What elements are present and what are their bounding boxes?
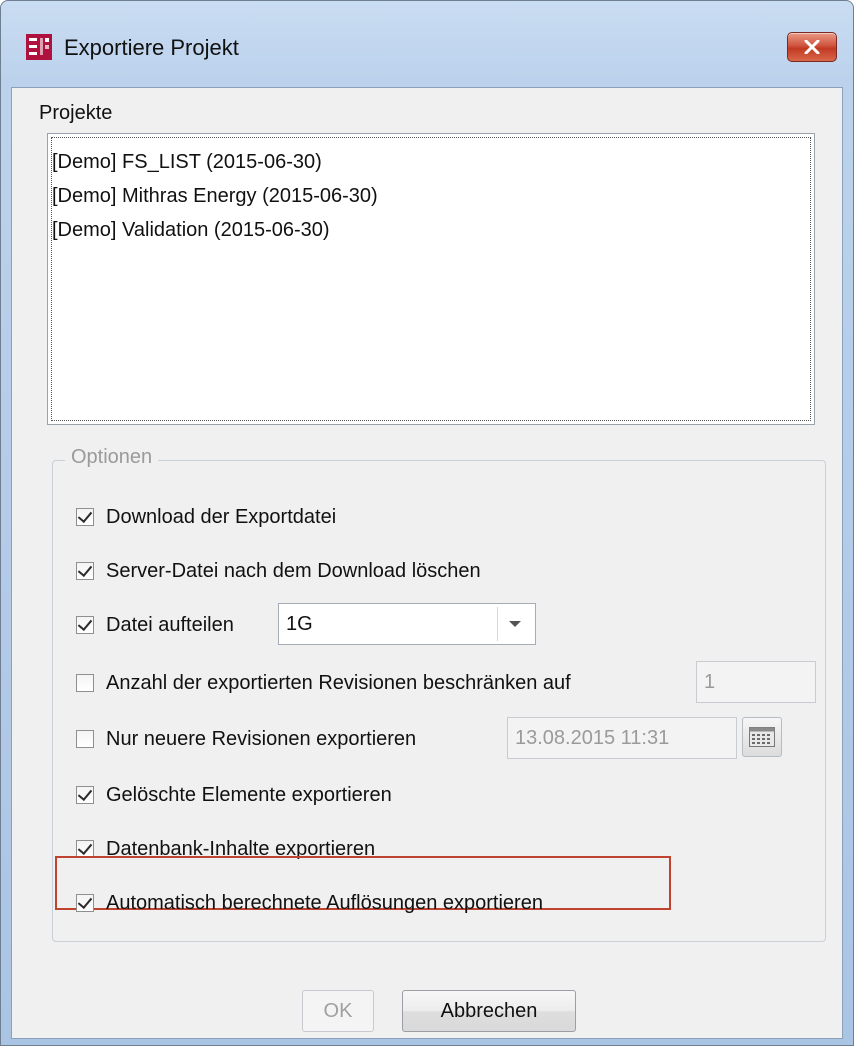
- delete-server-file-label: Server-Datei nach dem Download löschen: [106, 559, 481, 582]
- close-icon: [804, 40, 820, 54]
- option-deleted-elements[interactable]: Gelöschte Elemente exportieren: [76, 780, 392, 810]
- window-title: Exportiere Projekt: [64, 35, 239, 60]
- project-list[interactable]: [Demo] FS_LIST (2015-06-30) [Demo] Mithr…: [47, 133, 815, 425]
- split-size-value: 1G: [286, 613, 313, 635]
- options-legend: Optionen: [65, 446, 159, 469]
- delete-server-file-checkbox[interactable]: [76, 562, 94, 580]
- project-item-fs-list[interactable]: [Demo] FS_LIST (2015-06-30): [52, 148, 322, 176]
- split-size-dropdown-button[interactable]: [497, 607, 532, 641]
- revision-date-input[interactable]: 13.08.2015 11:31: [507, 717, 737, 759]
- projects-label: Projekte: [39, 102, 113, 124]
- close-button[interactable]: [787, 32, 837, 62]
- split-size-select[interactable]: 1G: [278, 603, 536, 645]
- export-project-dialog: Exportiere Projekt Projekte [Demo] FS_LI…: [0, 0, 854, 1046]
- option-limit-revisions[interactable]: Anzahl der exportierten Revisionen besch…: [76, 668, 571, 698]
- newer-revisions-checkbox[interactable]: [76, 730, 94, 748]
- project-item-mithras-energy[interactable]: [Demo] Mithras Energy (2015-06-30): [52, 182, 378, 210]
- option-newer-revisions[interactable]: Nur neuere Revisionen exportieren: [76, 724, 416, 754]
- download-label: Download der Exportdatei: [106, 505, 337, 528]
- limit-revisions-label: Anzahl der exportierten Revisionen besch…: [106, 671, 571, 694]
- option-split-file[interactable]: Datei aufteilen: [76, 610, 234, 640]
- calendar-icon: [749, 727, 775, 747]
- deleted-elements-label: Gelöschte Elemente exportieren: [106, 783, 392, 806]
- title-bar[interactable]: Exportiere Projekt: [1, 1, 853, 93]
- auto-resolutions-label: Automatisch berechnete Auflösungen expor…: [106, 891, 543, 914]
- option-delete-server-file[interactable]: Server-Datei nach dem Download löschen: [76, 556, 481, 586]
- download-checkbox[interactable]: [76, 508, 94, 526]
- deleted-elements-checkbox[interactable]: [76, 786, 94, 804]
- cancel-button[interactable]: Abbrechen: [402, 990, 576, 1032]
- revision-count-input[interactable]: 1: [696, 661, 816, 703]
- option-download[interactable]: Download der Exportdatei: [76, 502, 336, 532]
- split-file-label: Datei aufteilen: [106, 613, 234, 636]
- chevron-down-icon: [509, 621, 521, 627]
- calendar-button[interactable]: [742, 717, 782, 757]
- app-logo-icon: [26, 34, 52, 60]
- ok-button[interactable]: OK: [302, 990, 374, 1032]
- auto-resolutions-checkbox[interactable]: [76, 894, 94, 912]
- project-item-validation[interactable]: [Demo] Validation (2015-06-30): [52, 216, 330, 244]
- split-file-checkbox[interactable]: [76, 616, 94, 634]
- project-list-focus-ring: [51, 137, 811, 421]
- option-auto-resolutions[interactable]: Automatisch berechnete Auflösungen expor…: [76, 888, 543, 918]
- limit-revisions-checkbox[interactable]: [76, 674, 94, 692]
- dialog-content: Projekte [Demo] FS_LIST (2015-06-30) [De…: [11, 87, 843, 1039]
- newer-revisions-label: Nur neuere Revisionen exportieren: [106, 727, 417, 750]
